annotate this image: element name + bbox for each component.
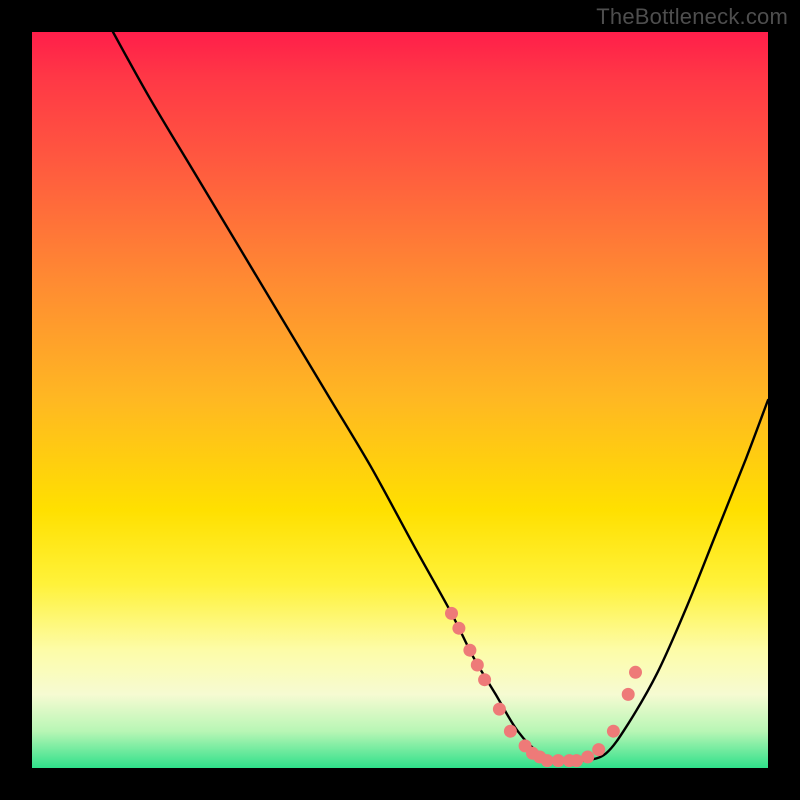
- marker-dot: [629, 666, 642, 679]
- marker-dot: [570, 754, 583, 767]
- marker-dot: [452, 622, 465, 635]
- bottleneck-curve: [113, 32, 768, 762]
- marker-dot: [607, 725, 620, 738]
- marker-dot: [478, 673, 491, 686]
- curve-layer: [32, 32, 768, 768]
- chart-stage: TheBottleneck.com: [0, 0, 800, 800]
- plot-area: [32, 32, 768, 768]
- marker-dot: [581, 751, 594, 764]
- marker-dot: [622, 688, 635, 701]
- watermark-text: TheBottleneck.com: [596, 4, 788, 30]
- marker-dot: [592, 743, 605, 756]
- marker-dot: [471, 659, 484, 672]
- marker-dot: [445, 607, 458, 620]
- marker-dot: [552, 754, 565, 767]
- highlight-points: [445, 607, 642, 767]
- marker-dot: [493, 703, 506, 716]
- marker-dot: [463, 644, 476, 657]
- marker-dot: [504, 725, 517, 738]
